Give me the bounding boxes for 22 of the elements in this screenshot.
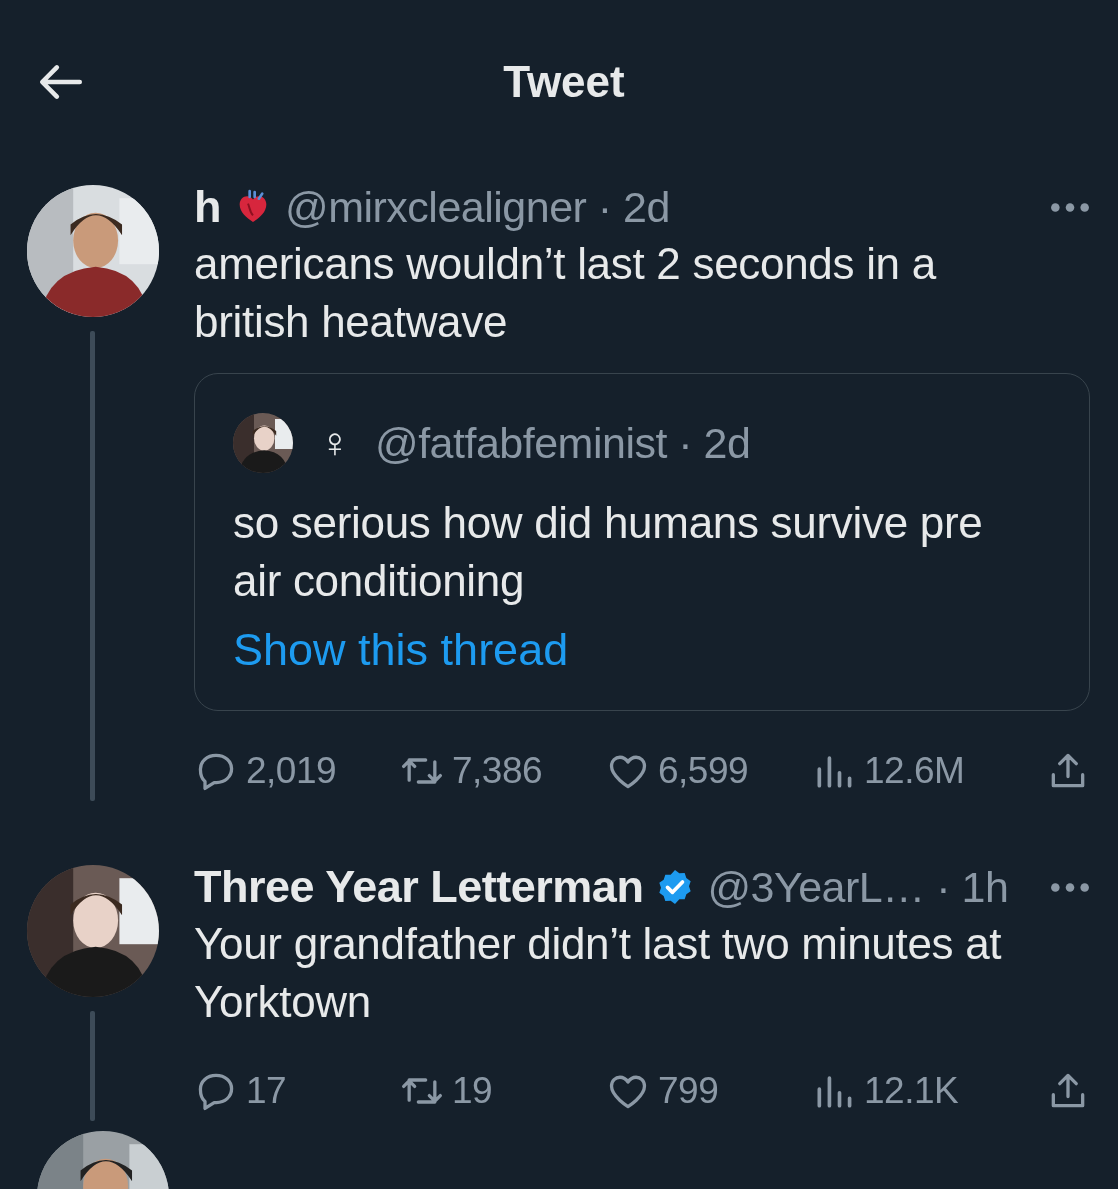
quoted-tweet-text: so serious how did humans survive pre air conditioning [233,497,984,607]
tweet-text: Your grandfather didn’t last two minutes at Yorktown [194,918,1003,1028]
like-button[interactable]: 6,599 [606,749,812,793]
more-options-icon[interactable] [1050,201,1090,213]
views-button[interactable]: 12.6M [812,749,1038,793]
reply-button[interactable]: 2,019 [194,749,400,793]
views-button[interactable]: 12.1K [812,1069,1038,1113]
like-button[interactable]: 799 [606,1069,812,1113]
more-options-icon[interactable] [1050,881,1090,893]
quoted-tweet-card[interactable]: ♀ @fatfabfeminist · 2d so serious how did humans survive pre air conditioning Show this thread [194,373,1090,711]
show-thread-link[interactable]: Show this thread [233,624,569,676]
handle-and-time: @mirxclealigner · 2d [285,182,670,232]
handle-and-time: @3YearL… · 1h [707,862,1009,912]
author-name[interactable]: ♀ [319,419,349,467]
author-name[interactable]: h [194,181,221,233]
retweet-button[interactable]: 19 [400,1069,606,1113]
retweet-button[interactable]: 7,386 [400,749,606,793]
reply-button[interactable]: 17 [194,1069,400,1113]
handle-and-time: @fatfabfeminist · 2d [375,418,751,468]
author-name[interactable]: Three Year Letterman [194,861,644,913]
page-title: Tweet [503,56,625,107]
tweet-text: americans wouldn’t last 2 seconds in a british heatwave [194,238,938,348]
